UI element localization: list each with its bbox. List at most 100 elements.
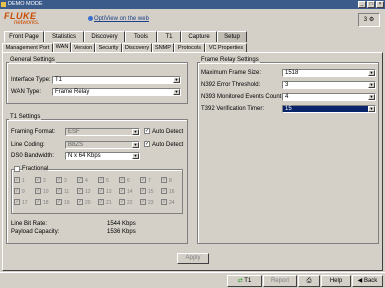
- back-button[interactable]: ◀ Back: [352, 275, 383, 287]
- channel-8-label: 8: [169, 178, 172, 184]
- chevron-down-icon[interactable]: ▼: [132, 129, 139, 135]
- chevron-down-icon[interactable]: ▼: [132, 142, 139, 148]
- channel-5-checkbox[interactable]: ✓: [98, 177, 104, 183]
- max-frame-size-value: 1518: [285, 70, 299, 76]
- framing-format-value: ESF: [68, 129, 80, 135]
- chevron-down-icon[interactable]: ▼: [368, 82, 375, 88]
- tab-snmp[interactable]: SNMP: [152, 43, 174, 52]
- channel-8-checkbox[interactable]: ✓: [161, 177, 167, 183]
- close-button[interactable]: ×: [376, 1, 384, 8]
- n393-value: 4: [285, 94, 289, 100]
- channel-23-checkbox[interactable]: ✓: [140, 199, 146, 205]
- interface-type-label: Interface Type:: [11, 77, 51, 83]
- chevron-down-icon[interactable]: ▼: [132, 153, 139, 159]
- t392-select[interactable]: 15 ▼: [282, 105, 376, 113]
- channel-15-checkbox[interactable]: ✓: [140, 188, 146, 194]
- channel-14-checkbox[interactable]: ✓: [119, 188, 125, 194]
- channel-24-checkbox[interactable]: ✓: [161, 199, 167, 205]
- chevron-down-icon[interactable]: ▼: [173, 89, 180, 95]
- apply-button[interactable]: Apply: [177, 253, 209, 264]
- tab-vc-properties[interactable]: VC Properties: [205, 43, 247, 52]
- channel-12-checkbox[interactable]: ✓: [77, 188, 83, 194]
- channel-18-checkbox[interactable]: ✓: [35, 199, 41, 205]
- n393-label: N393 Monitored Events Count:: [201, 94, 284, 100]
- framing-format-select[interactable]: ESF ▼: [65, 128, 140, 136]
- chevron-down-icon[interactable]: ▼: [173, 77, 180, 83]
- channel-16-checkbox[interactable]: ✓: [161, 188, 167, 194]
- channel-7-checkbox[interactable]: ✓: [140, 177, 146, 183]
- channel-22-checkbox[interactable]: ✓: [119, 199, 125, 205]
- fractional-checkbox[interactable]: [14, 166, 20, 172]
- payload-capacity-value: 1536 Kbps: [107, 229, 136, 235]
- tab-wan[interactable]: WAN: [53, 42, 71, 52]
- chevron-down-icon[interactable]: ▼: [368, 70, 375, 76]
- help-button[interactable]: Help: [321, 275, 351, 287]
- alert-counter-value: 3: [363, 17, 368, 23]
- tab-capture[interactable]: Capture: [181, 31, 217, 42]
- channel-1-label: 1: [22, 178, 25, 184]
- tab-protocols[interactable]: Protocols: [174, 43, 205, 52]
- channel-4-checkbox[interactable]: ✓: [77, 177, 83, 183]
- maximize-button[interactable]: □: [367, 1, 375, 8]
- channel-20-checkbox[interactable]: ✓: [77, 199, 83, 205]
- printer-icon: ⎙: [306, 278, 312, 284]
- ds0-bandwidth-select[interactable]: N x 64 Kbps ▼: [65, 152, 140, 160]
- tab-management-port[interactable]: Management Port: [2, 43, 53, 52]
- tab-front-page[interactable]: Front Page: [4, 31, 44, 42]
- channel-22-label: 22: [127, 200, 133, 206]
- tab-t1[interactable]: T1: [157, 31, 181, 42]
- t1-status-button[interactable]: ⇄ T1: [227, 275, 262, 287]
- interface-type-value: T1: [55, 77, 63, 83]
- line-coding-auto-detect-checkbox[interactable]: ✓: [144, 141, 150, 147]
- channel-9-checkbox[interactable]: ✓: [14, 188, 20, 194]
- tab-tools[interactable]: Tools: [125, 31, 157, 42]
- channel-5-label: 5: [106, 178, 109, 184]
- channel-21-checkbox[interactable]: ✓: [98, 199, 104, 205]
- channel-6-checkbox[interactable]: ✓: [119, 177, 125, 183]
- t392-value: 15: [285, 106, 292, 112]
- channel-1-checkbox[interactable]: ✓: [14, 177, 20, 183]
- back-button-label: Back: [363, 278, 378, 284]
- main-tab-bar: Front Page Statistics Discovery Tools T1…: [0, 31, 385, 42]
- print-button[interactable]: ⎙: [298, 275, 320, 287]
- interface-type-select[interactable]: T1 ▼: [52, 76, 181, 84]
- n393-select[interactable]: 4 ▼: [282, 93, 376, 101]
- channel-13-label: 13: [106, 189, 112, 195]
- t1-settings-title: T1 Settings: [9, 114, 42, 120]
- channel-3-checkbox[interactable]: ✓: [56, 177, 62, 183]
- tab-discovery[interactable]: Discovery: [84, 31, 125, 42]
- minimize-button[interactable]: _: [358, 1, 366, 8]
- channel-4-label: 4: [85, 178, 88, 184]
- chevron-down-icon[interactable]: ▼: [368, 94, 375, 100]
- wan-type-select[interactable]: Frame Relay ▼: [52, 88, 181, 96]
- tab-version[interactable]: Version: [71, 43, 95, 52]
- alert-counter[interactable]: 3 ⚙: [358, 13, 380, 27]
- channel-19-checkbox[interactable]: ✓: [56, 199, 62, 205]
- channel-24-label: 24: [169, 200, 175, 206]
- channel-10-checkbox[interactable]: ✓: [35, 188, 41, 194]
- tab-discovery-settings[interactable]: Discovery: [122, 43, 152, 52]
- channel-11-checkbox[interactable]: ✓: [56, 188, 62, 194]
- tab-security[interactable]: Security: [95, 43, 122, 52]
- max-frame-size-select[interactable]: 1518 ▼: [282, 69, 376, 77]
- line-coding-select[interactable]: B8ZS ▼: [65, 141, 140, 149]
- channel-7-label: 7: [148, 178, 151, 184]
- channel-3-label: 3: [64, 178, 67, 184]
- channel-12-label: 12: [85, 189, 91, 195]
- channel-13-checkbox[interactable]: ✓: [98, 188, 104, 194]
- line-coding-auto-detect-label: Auto Detect: [152, 142, 184, 148]
- tab-statistics[interactable]: Statistics: [44, 31, 84, 42]
- back-arrow-icon: ◀: [357, 278, 363, 284]
- fractional-label: Fractional: [22, 166, 49, 172]
- tab-setup[interactable]: Setup: [217, 31, 247, 42]
- web-link[interactable]: OptiView on the web: [88, 16, 149, 22]
- line-coding-label: Line Coding:: [11, 142, 45, 148]
- channel-6-label: 6: [127, 178, 130, 184]
- framing-format-label: Framing Format:: [11, 129, 56, 135]
- channel-17-checkbox[interactable]: ✓: [14, 199, 20, 205]
- channel-2-checkbox[interactable]: ✓: [35, 177, 41, 183]
- framing-auto-detect-checkbox[interactable]: ✓: [144, 128, 150, 134]
- report-button[interactable]: Report: [263, 275, 297, 287]
- chevron-down-icon[interactable]: ▼: [368, 106, 375, 112]
- n392-select[interactable]: 3 ▼: [282, 81, 376, 89]
